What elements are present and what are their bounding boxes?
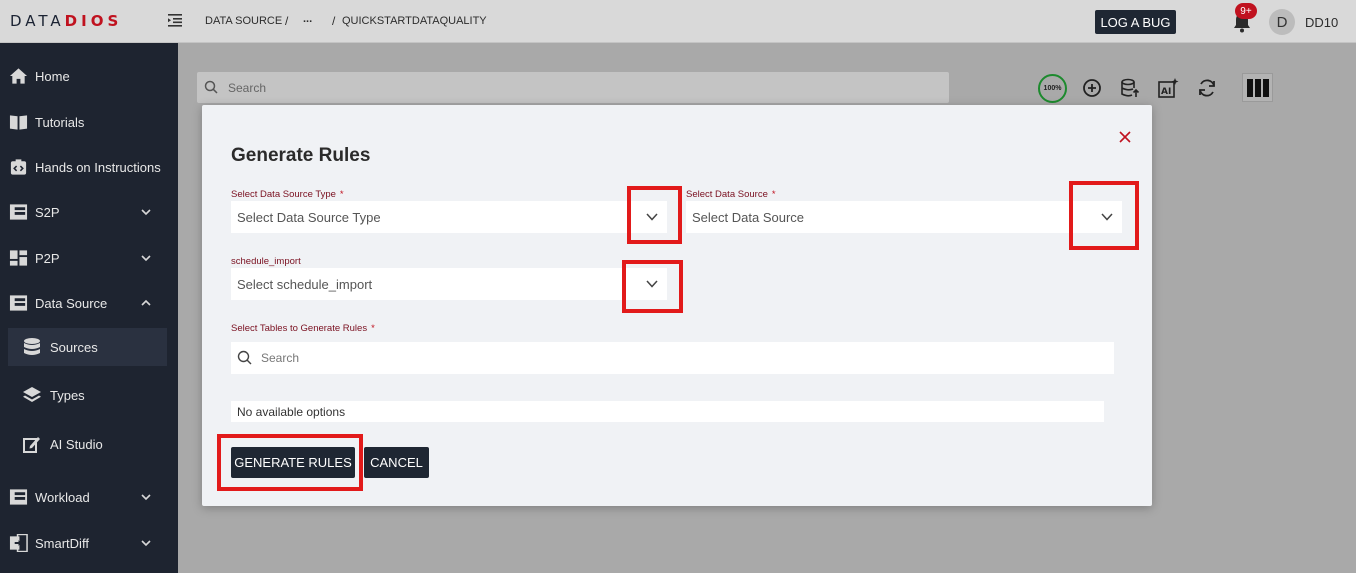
close-icon[interactable]: [1119, 131, 1131, 143]
sidebar-item-label: S2P: [35, 204, 60, 220]
select-placeholder: Select schedule_import: [237, 277, 373, 292]
add-circle-icon[interactable]: [1081, 77, 1103, 99]
layers-icon: [23, 387, 41, 402]
sidebar-item-label: P2P: [35, 250, 60, 266]
sidebar-item-smartdiff[interactable]: SmartDiff: [0, 523, 178, 563]
empty-message: No available options: [237, 405, 346, 419]
columns-icon: [1246, 78, 1269, 97]
breadcrumb-ellipsis[interactable]: ...: [303, 13, 312, 25]
sidebar-item-tutorials[interactable]: Tutorials: [0, 102, 178, 142]
data-source-type-select[interactable]: Select Data Source Type: [231, 201, 667, 233]
search-placeholder: Search: [228, 81, 267, 95]
highlight-box: [622, 260, 683, 313]
sidebar-item-home[interactable]: Home: [0, 56, 178, 96]
label-text: Select Tables to Generate Rules: [231, 323, 368, 334]
quality-score-badge[interactable]: 100%: [1038, 74, 1067, 103]
logo-text-left: DATA: [10, 12, 65, 30]
sidebar-item-label: Workload: [35, 489, 90, 505]
schedule-import-label: schedule_import: [231, 256, 301, 267]
sidebar-subitem-label: AI Studio: [50, 436, 103, 452]
chevron-down-icon: [141, 209, 151, 216]
required-marker: *: [371, 323, 375, 334]
data-source-type-label: Select Data Source Type *: [231, 189, 344, 200]
sidebar-item-label: Home: [35, 68, 70, 84]
log-bug-button[interactable]: LOG A BUG: [1095, 10, 1176, 34]
columns-toggle-button[interactable]: [1242, 73, 1273, 102]
breadcrumb-data-source[interactable]: DATA SOURCE: [205, 15, 282, 27]
edit-icon: [23, 437, 40, 453]
label-text: Select Data Source Type: [231, 189, 336, 200]
sidebar-item-label: SmartDiff: [35, 535, 89, 551]
breadcrumb-current: QUICKSTARTDATAQUALITY: [342, 15, 487, 27]
tables-label: Select Tables to Generate Rules *: [231, 323, 375, 334]
sidebar-subitem-sources[interactable]: Sources: [8, 328, 167, 366]
sidebar-item-data-source[interactable]: Data Source: [0, 283, 178, 323]
schedule-import-select[interactable]: Select schedule_import: [231, 268, 667, 300]
search-icon: [237, 350, 252, 365]
label-text: Select Data Source: [686, 189, 768, 200]
search-icon: [204, 80, 218, 94]
background-search-input[interactable]: Search: [197, 72, 949, 103]
database-icon: [24, 338, 40, 355]
avatar[interactable]: D: [1269, 9, 1295, 35]
sidebar-item-workload[interactable]: Workload: [0, 477, 178, 517]
options-list-empty: No available options: [231, 401, 1104, 422]
dialog-title: Generate Rules: [231, 145, 371, 166]
table-icon: [9, 295, 28, 311]
svg-text:AI: AI: [1161, 87, 1171, 97]
select-placeholder: Select Data Source: [692, 210, 805, 225]
cancel-button[interactable]: CANCEL: [364, 447, 429, 478]
sidebar-item-label: Tutorials: [35, 114, 85, 130]
highlight-box: [1069, 181, 1139, 250]
breadcrumb-separator: /: [332, 14, 336, 28]
chevron-down-icon: [141, 494, 151, 501]
logo-text-right: DIOS: [64, 12, 123, 30]
username[interactable]: DD10: [1305, 15, 1338, 30]
menu-collapse-icon[interactable]: [167, 12, 183, 28]
chevron-up-icon: [141, 299, 151, 306]
sidebar-item-p2p[interactable]: P2P: [0, 238, 178, 278]
sidebar-subitem-label: Sources: [50, 339, 98, 355]
required-marker: *: [339, 189, 344, 200]
grid-icon: [9, 250, 28, 266]
data-source-select[interactable]: Select Data Source: [686, 201, 1122, 233]
columns-icon: [9, 204, 28, 220]
notification-badge: 9+: [1235, 3, 1257, 19]
required-marker: *: [771, 189, 776, 200]
refresh-icon[interactable]: [1196, 77, 1218, 99]
highlight-box: [217, 434, 363, 491]
sidebar-subitem-ai-studio[interactable]: AI Studio: [8, 425, 167, 463]
tables-search-input[interactable]: Search: [231, 342, 1114, 374]
database-upload-icon[interactable]: [1119, 77, 1141, 99]
breadcrumb-separator: /: [285, 14, 289, 28]
code-box-icon: [10, 159, 27, 175]
data-source-label: Select Data Source *: [686, 189, 776, 200]
sidebar-item-s2p[interactable]: S2P: [0, 192, 178, 232]
sidebar-item-label: Data Source: [35, 295, 108, 311]
highlight-box: [627, 186, 682, 244]
ai-icon[interactable]: AI: [1157, 77, 1179, 99]
sidebar-item-label: Hands on Instructions: [35, 159, 161, 175]
logo[interactable]: DATADIOS: [10, 12, 122, 30]
chevron-down-icon: [141, 540, 151, 547]
search-placeholder: Search: [261, 351, 300, 365]
home-icon: [9, 68, 28, 84]
chevron-down-icon: [141, 255, 151, 262]
top-bar: DATADIOS DATA SOURCE / ... / QUICKSTARTD…: [0, 0, 1356, 43]
select-placeholder: Select Data Source Type: [237, 210, 381, 225]
table-icon: [9, 489, 28, 505]
sidebar-subitem-types[interactable]: Types: [8, 376, 167, 414]
book-icon: [9, 115, 28, 130]
sidebar-subitem-label: Types: [50, 387, 85, 403]
diff-icon: [9, 534, 28, 552]
sidebar: Home Tutorials Hands on Instructions S2P…: [0, 43, 178, 573]
sidebar-item-hands-on-instructions[interactable]: Hands on Instructions: [0, 147, 178, 187]
